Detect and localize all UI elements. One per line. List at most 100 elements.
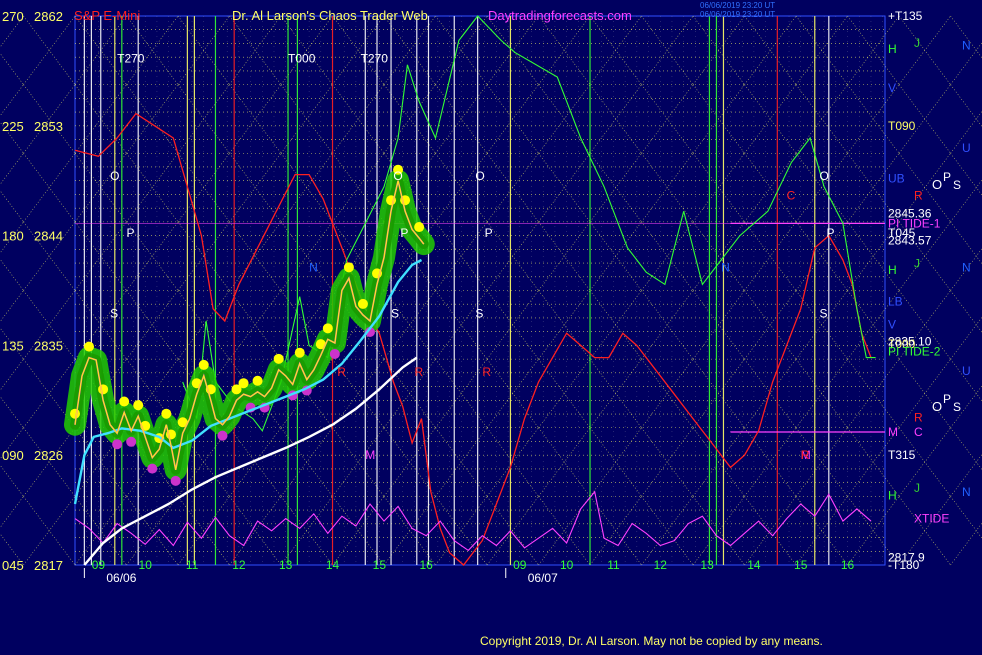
y-tick-price: 2826 (34, 448, 63, 463)
high-dot (322, 323, 333, 334)
x-tick-hour: 12 (654, 558, 668, 572)
high-dot (70, 408, 80, 419)
ops-letter-s: S (953, 178, 961, 192)
right-price-label: 2835.10 (888, 335, 932, 349)
high-dot (294, 347, 305, 358)
right-axis-label: UB (888, 171, 905, 185)
chart-letter: O (393, 169, 402, 183)
chart-letter: P (400, 226, 408, 240)
y-tick-price: 2817 (34, 558, 63, 573)
chart-letter: P (826, 226, 834, 240)
ops-letter-o: O (932, 399, 942, 414)
high-dot (273, 353, 284, 364)
copyright-notice: Copyright 2019, Dr. Al Larson. May not b… (480, 634, 823, 648)
right-axis-label: R (914, 410, 923, 424)
grid-diagonal (950, 522, 982, 566)
chart-letter: S (110, 307, 118, 321)
right-axis-label: H (888, 42, 897, 56)
high-dot (198, 359, 209, 370)
timestamp-line1: 06/06/2019 23:20 UT (700, 1, 776, 10)
grid-diagonal (0, 52, 24, 85)
right-axis-label: T315 (888, 448, 916, 462)
chart-root: 270 2862 225 2853 180 2844 135 2835 090 2826 045 28… (0, 0, 982, 650)
right-axis-label: U (962, 141, 971, 155)
x-tick-hour: 15 (794, 558, 808, 572)
x-tick-hour: 16 (419, 558, 433, 572)
right-axis-label: XTIDE (914, 512, 949, 526)
grid-diagonal (0, 358, 24, 391)
high-dot (119, 396, 130, 407)
high-dot (161, 408, 172, 419)
right-axis-label: R (914, 188, 923, 202)
x-tick-hour: 11 (607, 558, 620, 572)
y-tick-angle: 270 (2, 9, 24, 24)
grid-diagonal (950, 290, 982, 333)
chart-letter: P (127, 226, 135, 240)
right-axis-label: V (888, 318, 896, 332)
low-dot (217, 430, 228, 441)
x-tick-hour: 14 (747, 558, 761, 572)
site-link[interactable]: Daytradingforecasts.com (488, 8, 632, 23)
y-tick-price: 2853 (34, 119, 63, 134)
chart-letter: C (787, 188, 796, 202)
grid-diagonal (950, 496, 982, 539)
chart-letter: N (309, 260, 318, 274)
x-tick-hour: 10 (139, 558, 153, 572)
chart-letter: M (365, 448, 375, 462)
y-tick-price: 2844 (34, 229, 63, 244)
chart-title: Dr. Al Larson's Chaos Trader Web (232, 8, 428, 23)
high-dot (414, 222, 425, 233)
high-dot (343, 262, 354, 273)
y-tick-angle: 045 (2, 558, 24, 573)
right-axis-label: 2843.57 (888, 233, 932, 247)
right-axis-label: N (962, 260, 971, 274)
chart-letter: R (482, 365, 491, 379)
grid-diagonal (0, 395, 24, 428)
t-marker-label: T000 (288, 52, 316, 66)
x-tick-date: 06/07 (528, 571, 558, 585)
right-axis-label: J (914, 257, 920, 271)
y-tick-price: 2835 (34, 338, 63, 353)
chart-letter: O (110, 169, 119, 183)
timestamp-line2: 06/06/2019 23:20 UT (700, 10, 776, 19)
x-tick-hour: 09 (92, 558, 106, 572)
right-axis-label: H (888, 488, 897, 502)
grid-diagonal (0, 496, 24, 529)
right-axis-label: J (914, 36, 920, 50)
ops-letter-s: S (953, 400, 961, 414)
high-dot (84, 341, 95, 352)
grid-diagonal (0, 533, 24, 566)
x-tick-hour: 16 (841, 558, 855, 572)
right-axis-label: +T135 (888, 9, 923, 23)
chart-letter: O (819, 169, 828, 183)
grid-diagonal (950, 248, 982, 291)
chart-letter: S (391, 307, 399, 321)
right-axis-label: V (888, 81, 896, 95)
chart-letter: R (337, 365, 346, 379)
x-tick-hour: 11 (186, 558, 199, 572)
t-marker-label: T270 (361, 52, 389, 66)
right-axis-label: N (962, 485, 971, 499)
high-dot (357, 298, 368, 309)
low-dot (170, 475, 181, 486)
x-tick-hour: 15 (373, 558, 387, 572)
x-tick-hour: 10 (560, 558, 574, 572)
x-tick-hour: 13 (279, 558, 293, 572)
low-dot (329, 348, 340, 359)
ops-letter-p: P (943, 170, 951, 184)
high-dot (252, 375, 263, 386)
right-axis-label: U (962, 364, 971, 378)
right-price-label: 2817.9 (888, 551, 925, 565)
grid-diagonal (0, 15, 24, 48)
chart-letter: R (414, 365, 423, 379)
x-tick-hour: 09 (513, 558, 527, 572)
chart-letter: O (475, 169, 484, 183)
right-axis-label: M (888, 425, 898, 439)
ops-letter-p: P (943, 392, 951, 406)
grid-diagonal (950, 316, 982, 360)
y-tick-angle: 135 (2, 338, 24, 353)
high-dot (133, 400, 144, 411)
x-tick-hour: 14 (326, 558, 340, 572)
low-dot (126, 436, 137, 447)
instrument-title: S&P E-Mini (74, 8, 141, 23)
